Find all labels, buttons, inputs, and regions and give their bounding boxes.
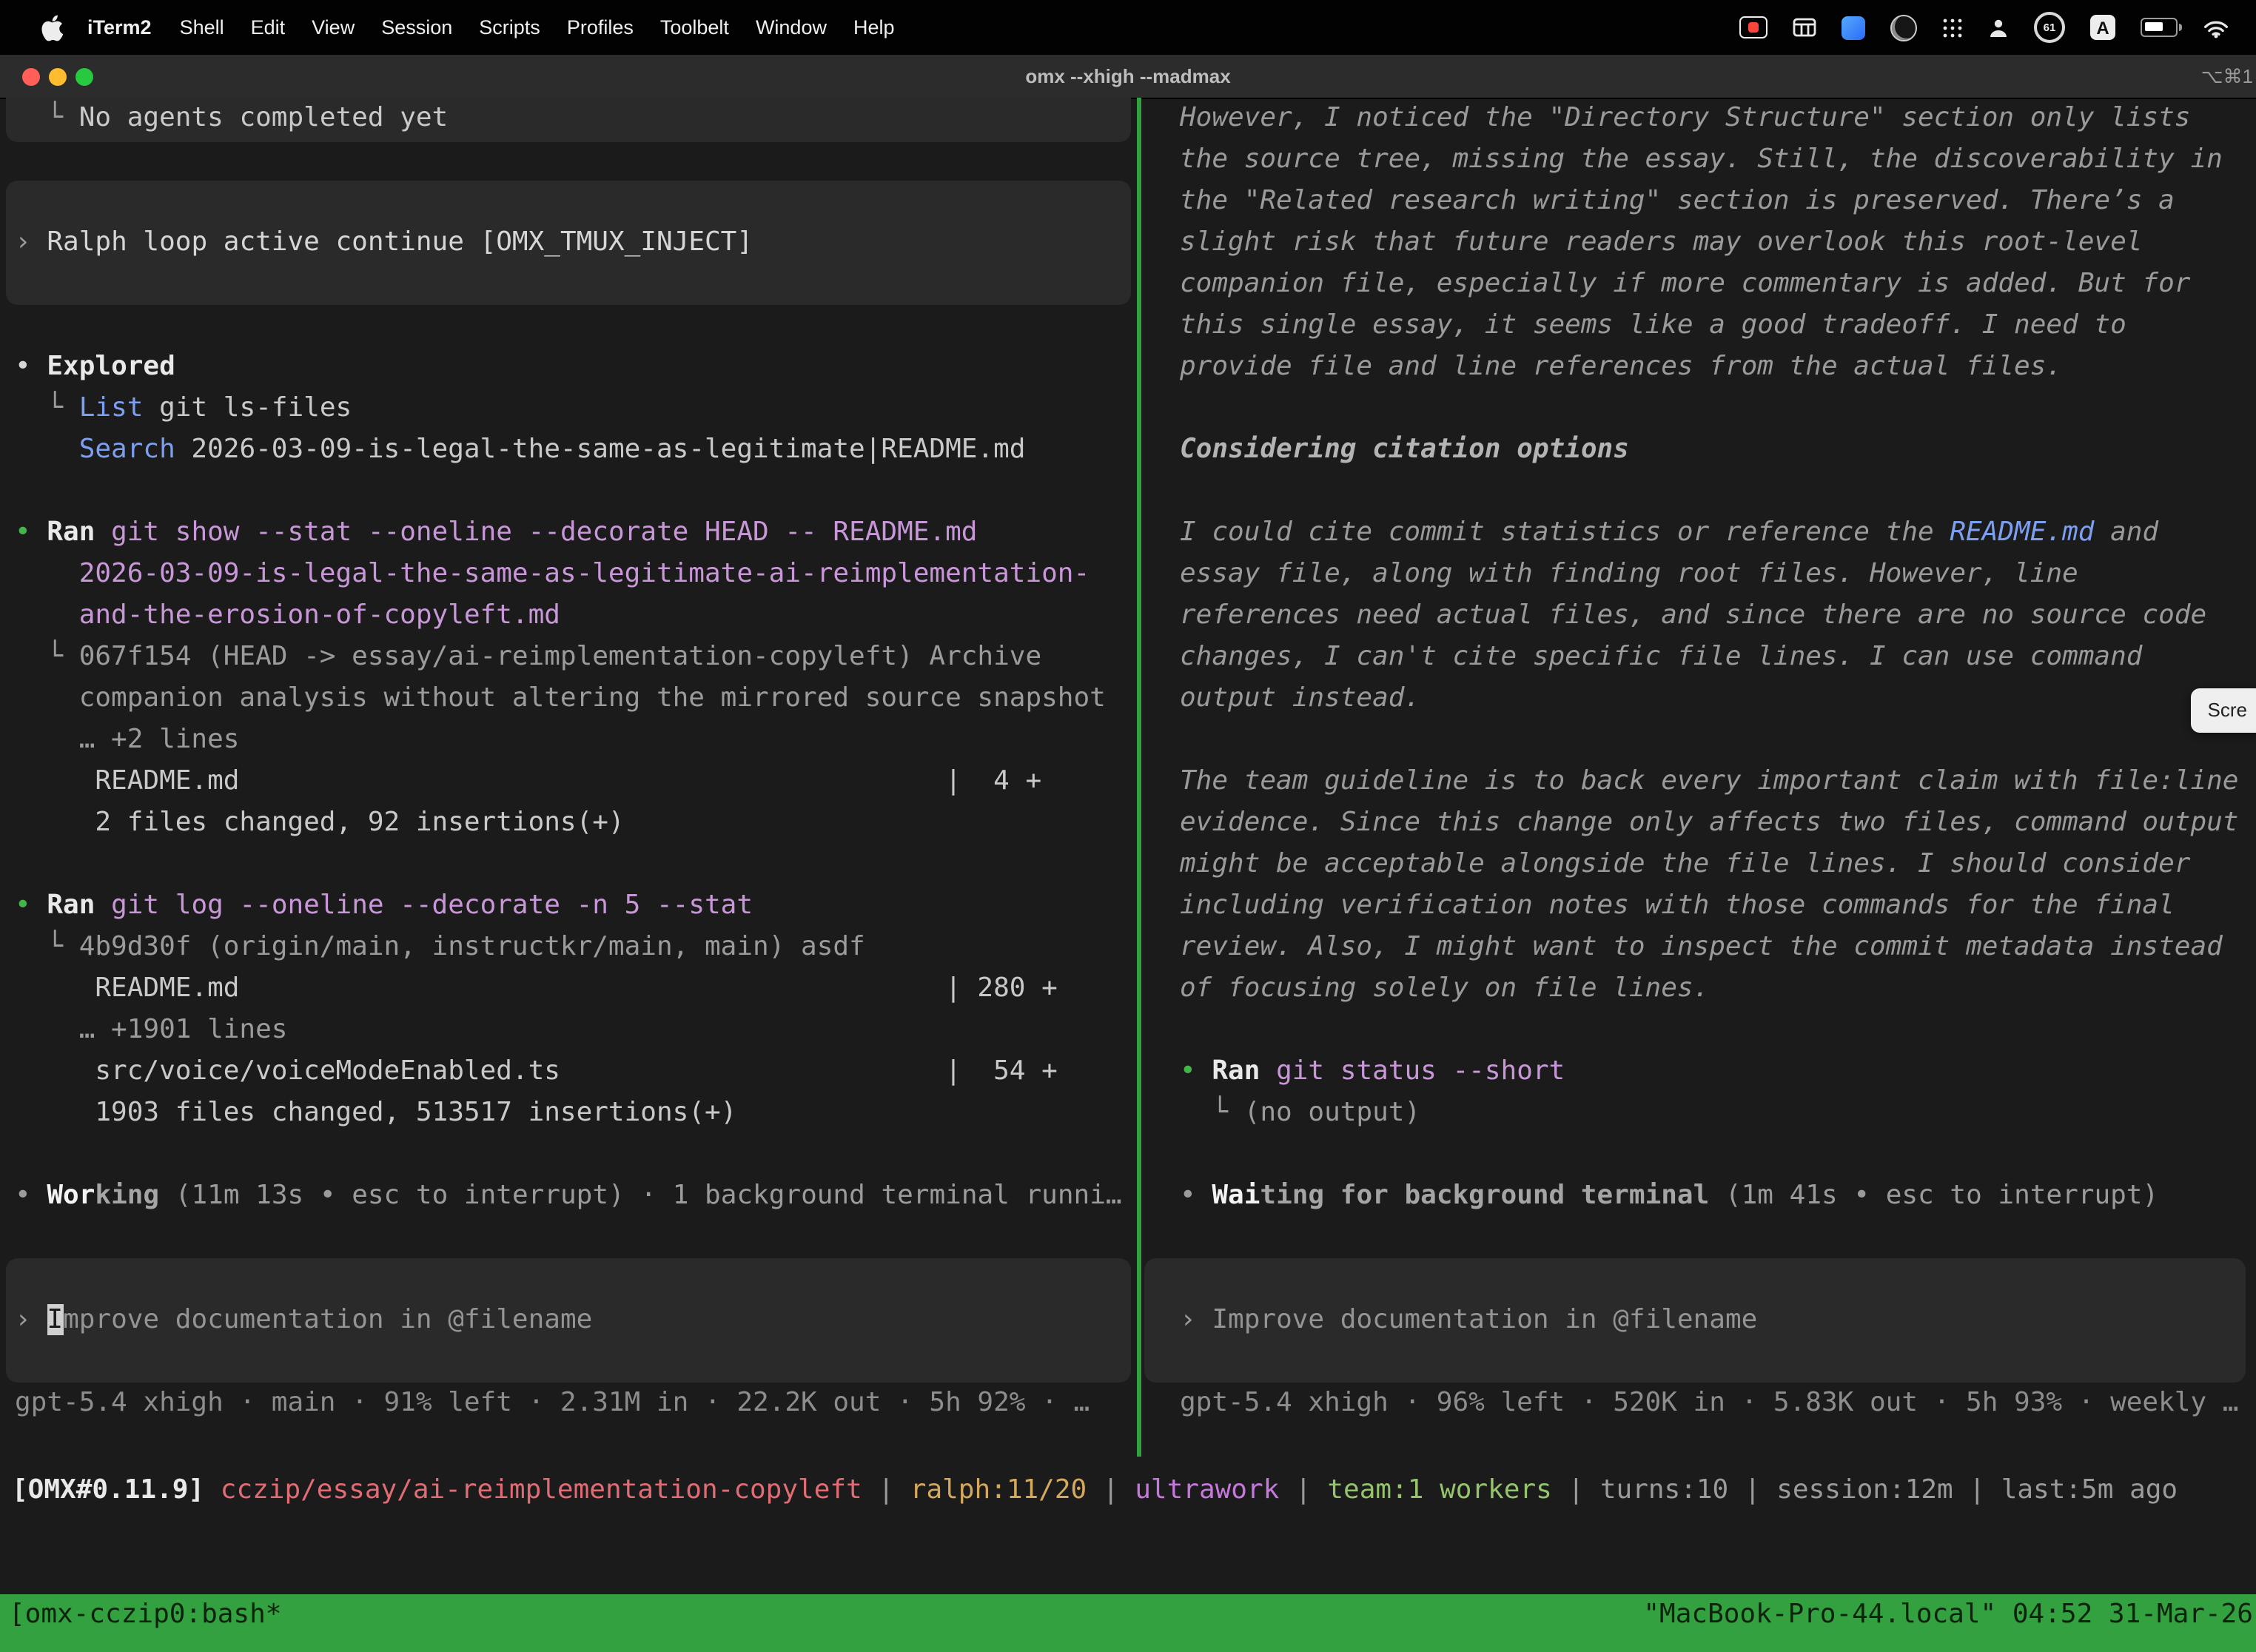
prompt-input-line: › Improve documentation in @filename	[15, 1300, 592, 1341]
window-title-bar[interactable]: omx --xhigh --madmax ⌥⌘1	[0, 55, 2256, 99]
thinking-line: of focusing solely on file lines.	[1180, 968, 1709, 1010]
menu-profiles[interactable]: Profiles	[554, 16, 647, 38]
battery-gauge-icon[interactable]: 61	[2034, 12, 2065, 43]
diffstat-line: README.md | 280 +	[15, 968, 1058, 1010]
diffstat-summary-line: 1903 files changed, 513517 insertions(+)	[15, 1092, 736, 1134]
battery-icon[interactable]	[2141, 18, 2178, 37]
thinking-line: this single essay, it seems like a good …	[1180, 305, 2126, 346]
battery-level	[2144, 21, 2162, 30]
menu-bar: iTerm2 Shell Edit View Session Scripts P…	[0, 0, 2256, 55]
apple-menu-icon[interactable]	[30, 14, 73, 41]
command-wrap-line: 2026-03-09-is-legal-the-same-as-legitima…	[15, 554, 1090, 595]
gauge-value: 61	[2044, 21, 2056, 34]
diffstat-line: src/voice/voiceModeEnabled.ts | 54 +	[15, 1051, 1058, 1092]
omx-session-status: [OMX#0.11.9] cczip/essay/ai-reimplementa…	[12, 1470, 2178, 1511]
ralph-banner-line: › Ralph loop active continue [OMX_TMUX_I…	[15, 222, 753, 263]
menu-toolbelt[interactable]: Toolbelt	[647, 16, 742, 38]
tmux-host-time: "MacBook-Pro-44.local" 04:52 31-Mar-26	[1643, 1594, 2253, 1636]
agents-status-line: └ No agents completed yet	[15, 98, 448, 139]
tmux-status-bar: [omx-cczip0:bash* "MacBook-Pro-44.local"…	[0, 1594, 2256, 1652]
omitted-lines-indicator: … +2 lines	[15, 719, 239, 761]
explored-search-line: Search 2026-03-09-is-legal-the-same-as-l…	[15, 429, 1025, 471]
profile-icon[interactable]	[1988, 17, 2009, 38]
thinking-line: output instead.	[1180, 678, 1420, 719]
input-source-icon[interactable]: A	[2090, 15, 2115, 40]
omitted-lines-indicator: … +1901 lines	[15, 1010, 287, 1051]
thinking-line: the "Related research writing" section i…	[1180, 181, 2175, 222]
menu-scripts[interactable]: Scripts	[466, 16, 554, 38]
dark-circle-app-icon[interactable]	[1890, 14, 1917, 41]
input-source-letter: A	[2096, 17, 2109, 38]
thinking-heading: Considering citation options	[1180, 429, 1629, 471]
window-title: omx --xhigh --madmax	[0, 55, 2256, 98]
menu-iterm2[interactable]: iTerm2	[73, 16, 167, 38]
prompt-input-line: › Improve documentation in @filename	[1180, 1300, 1757, 1341]
diffstat-line: README.md | 4 +	[15, 761, 1041, 802]
diffstat-summary-line: 2 files changed, 92 insertions(+)	[15, 802, 625, 844]
wifi-icon[interactable]	[2203, 17, 2229, 38]
table-grid-icon[interactable]	[1793, 18, 1816, 37]
battery-nub	[2178, 24, 2181, 30]
thinking-line: I could cite commit statistics or refere…	[1180, 512, 2158, 554]
right-terminal-pane: However, I noticed the "Directory Struct…	[1141, 98, 2256, 1457]
menu-bar-left: iTerm2 Shell Edit View Session Scripts P…	[0, 14, 908, 41]
model-status-line: gpt-5.4 xhigh · main · 91% left · 2.31M …	[15, 1383, 1090, 1424]
menu-view[interactable]: View	[298, 16, 368, 38]
left-terminal-pane: └ No agents completed yet › Ralph loop ac…	[0, 98, 1137, 1457]
menu-shell[interactable]: Shell	[167, 16, 238, 38]
thinking-line: slight risk that future readers may over…	[1180, 222, 2142, 263]
thinking-line: companion file, especially if more comme…	[1180, 263, 2190, 305]
dots-grid-icon[interactable]	[1942, 17, 1963, 38]
working-status-line: • Working (11m 13s • esc to interrupt) ·…	[15, 1175, 1122, 1217]
thinking-line: the source tree, missing the essay. Stil…	[1180, 139, 2223, 181]
thinking-line: essay file, along with finding root file…	[1180, 554, 2078, 595]
ran-git-status-line: • Ran git status --short	[1180, 1051, 1565, 1092]
tmux-session-name: [omx-cczip0:bash*	[9, 1594, 281, 1636]
screen-recording-icon[interactable]	[1739, 16, 1767, 38]
command-wrap-line: and-the-erosion-of-copyleft.md	[15, 595, 560, 637]
omx-status-bar: [OMX#0.11.9] cczip/essay/ai-reimplementa…	[0, 1470, 2256, 1511]
record-dot	[1748, 22, 1759, 33]
menu-edit[interactable]: Edit	[238, 16, 299, 38]
thinking-line: The team guideline is to back every impo…	[1180, 761, 2239, 802]
thinking-line: including verification notes with those …	[1180, 885, 2175, 927]
commit-message-line: companion analysis without altering the …	[15, 678, 1106, 719]
screenshot-button[interactable]: Scre	[2192, 688, 2256, 733]
thinking-line: provide file and line references from th…	[1180, 346, 2062, 388]
menu-help[interactable]: Help	[840, 16, 908, 38]
commit-message-line: └ 067f154 (HEAD -> essay/ai-reimplementa…	[15, 637, 1041, 678]
screen: iTerm2 Shell Edit View Session Scripts P…	[0, 0, 2256, 1652]
shortcuts-app-icon[interactable]	[1842, 16, 1865, 39]
ran-git-log-line: • Ran git log --oneline --decorate -n 5 …	[15, 885, 753, 927]
menu-bar-status-icons: 61 A	[1739, 12, 2256, 43]
ran-git-show-line: • Ran git show --stat --oneline --decora…	[15, 512, 977, 554]
model-status-line: gpt-5.4 xhigh · 96% left · 520K in · 5.8…	[1180, 1383, 2239, 1424]
menu-session[interactable]: Session	[368, 16, 466, 38]
command-output-line: └ (no output)	[1180, 1092, 1420, 1134]
menu-window[interactable]: Window	[742, 16, 840, 38]
thinking-line: However, I noticed the "Directory Struct…	[1180, 98, 2190, 139]
thinking-line: might be acceptable alongside the file l…	[1180, 844, 2190, 885]
thinking-line: changes, I can't cite specific file line…	[1180, 637, 2142, 678]
window-shortcut-badge: ⌥⌘1	[2201, 55, 2253, 98]
thinking-line: review. Also, I might want to inspect th…	[1180, 927, 2223, 968]
thinking-line: references need actual files, and since …	[1180, 595, 2206, 637]
thinking-line: evidence. Since this change only affects…	[1180, 802, 2239, 844]
waiting-status-line: • Waiting for background terminal (1m 41…	[1180, 1175, 2158, 1217]
commit-line: └ 4b9d30f (origin/main, instructkr/main,…	[15, 927, 865, 968]
explored-list-line: └ List git ls-files	[15, 388, 352, 429]
explored-header: • Explored	[15, 346, 175, 388]
